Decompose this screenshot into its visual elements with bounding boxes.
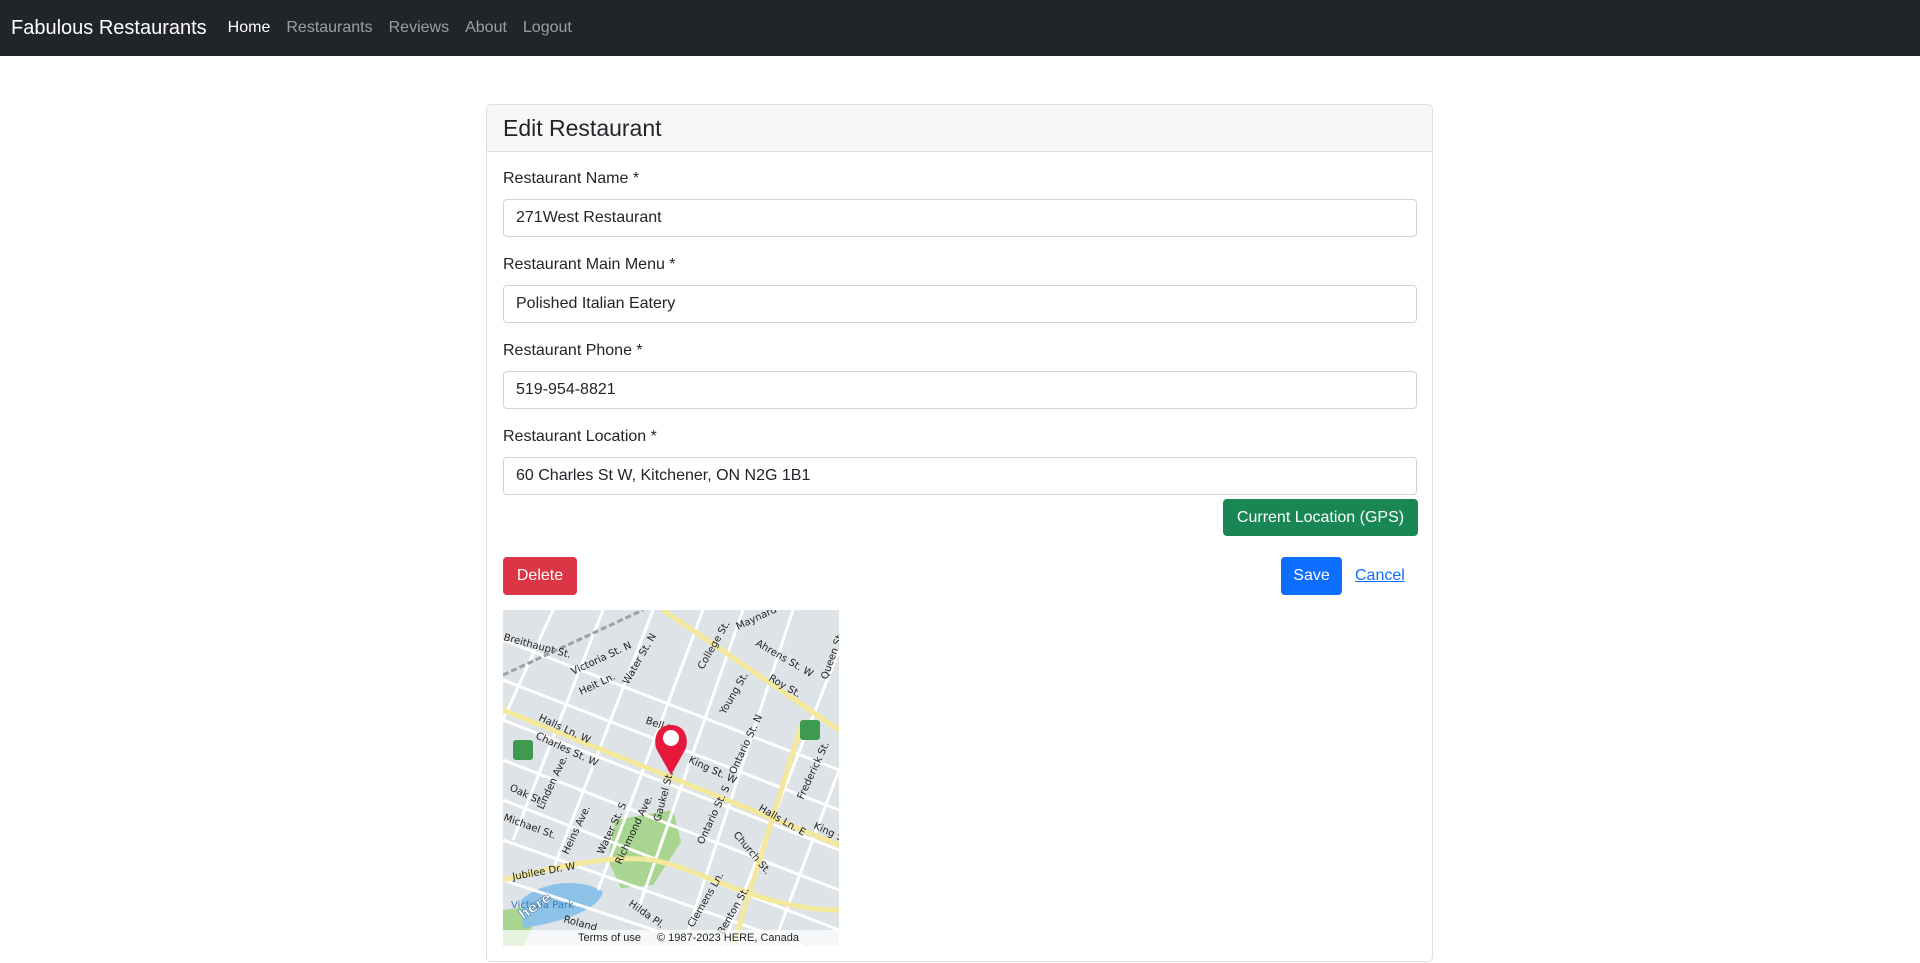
- card-header: Edit Restaurant: [487, 105, 1432, 152]
- current-location-button[interactable]: Current Location (GPS): [1223, 499, 1418, 536]
- restaurant-name-label: Restaurant Name *: [503, 170, 640, 187]
- map-terms-link[interactable]: Terms of use: [578, 932, 641, 944]
- map-copyright: © 1987-2023 HERE, Canada: [656, 932, 799, 944]
- map-footer: Terms of use © 1987-2023 HERE, Canada: [503, 930, 839, 946]
- top-navbar: Fabulous Restaurants Home Restaurants Re…: [0, 0, 1920, 56]
- map-canvas: Victoria St. N Heit Ln. Water St. N Coll…: [503, 610, 839, 946]
- parking-icon: [513, 740, 533, 760]
- nav-home[interactable]: Home: [228, 19, 271, 37]
- brand-link[interactable]: Fabulous Restaurants: [11, 17, 207, 40]
- edit-restaurant-card: Edit Restaurant Restaurant Name * Restau…: [486, 104, 1433, 962]
- restaurant-phone-input[interactable]: [503, 371, 1417, 409]
- delete-button[interactable]: Delete: [503, 557, 577, 595]
- restaurant-phone-label: Restaurant Phone *: [503, 342, 643, 359]
- restaurant-name-input[interactable]: [503, 199, 1417, 237]
- nav-about[interactable]: About: [465, 19, 507, 37]
- restaurant-menu-input[interactable]: [503, 285, 1417, 323]
- nav-logout[interactable]: Logout: [523, 19, 572, 37]
- save-button[interactable]: Save: [1281, 557, 1342, 595]
- page-title: Edit Restaurant: [503, 114, 662, 141]
- location-map[interactable]: Victoria St. N Heit Ln. Water St. N Coll…: [503, 610, 839, 946]
- cancel-link[interactable]: Cancel: [1355, 567, 1405, 585]
- parking-icon: [800, 720, 820, 740]
- nav-restaurants[interactable]: Restaurants: [286, 19, 372, 37]
- restaurant-menu-label: Restaurant Main Menu *: [503, 256, 676, 273]
- restaurant-location-input[interactable]: [503, 457, 1417, 495]
- restaurant-location-label: Restaurant Location *: [503, 428, 657, 445]
- nav-reviews[interactable]: Reviews: [389, 19, 449, 37]
